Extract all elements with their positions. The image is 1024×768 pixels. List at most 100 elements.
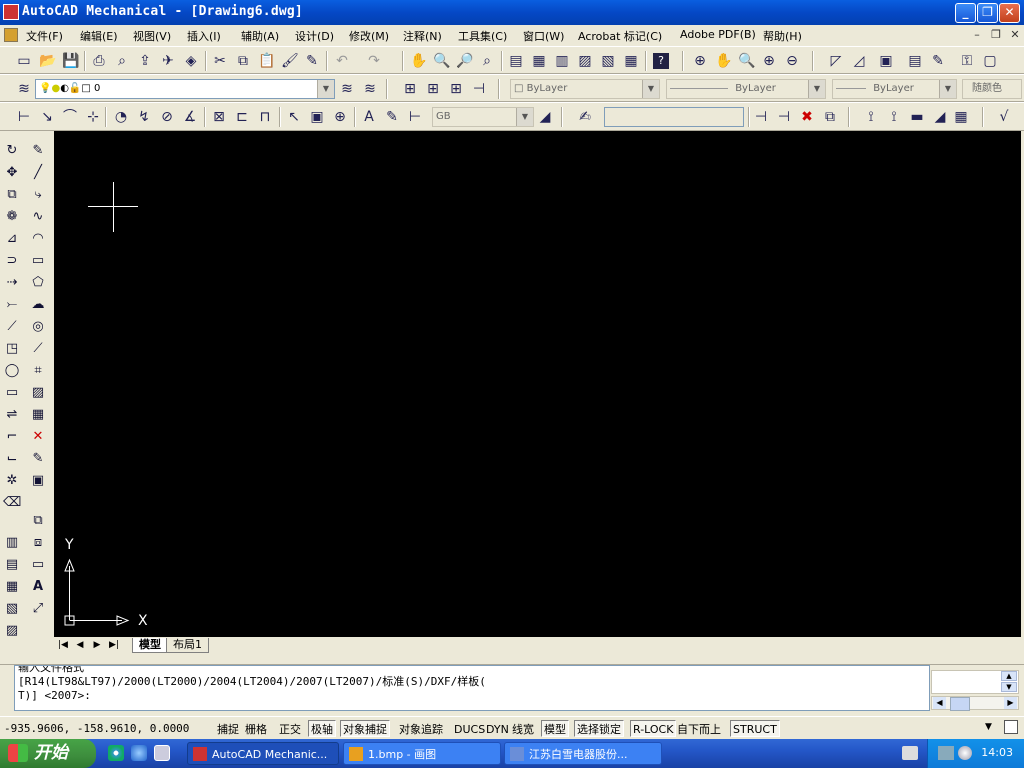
tab-layout1[interactable]: 布局1	[166, 638, 209, 653]
status-toggle[interactable]: 对象追踪	[396, 720, 446, 737]
scroll-left-icon[interactable]: ◀	[933, 697, 946, 709]
scroll-up-icon[interactable]: ▲	[1001, 671, 1017, 681]
3d-dwf-icon[interactable]: ◈	[181, 51, 201, 71]
status-toggle[interactable]: 极轴	[308, 720, 336, 737]
status-toggle[interactable]: 正交	[276, 720, 304, 737]
mech-tool-2-icon[interactable]: ◿	[849, 51, 869, 71]
paste-icon[interactable]: 📋	[256, 51, 276, 71]
jogged-dim-icon[interactable]: ↯	[134, 107, 154, 127]
zoom-window-icon[interactable]: 🔎	[454, 51, 474, 71]
menu-view[interactable]: 视图(V)	[133, 28, 171, 44]
status-menu-chevron-icon[interactable]: ▼	[985, 722, 992, 732]
explode-icon[interactable]: ✲	[1, 470, 23, 492]
layer-tool-4-icon[interactable]: ⊣	[469, 79, 489, 99]
surface-texture-icon[interactable]: √	[994, 107, 1014, 127]
zoom-all-icon[interactable]: ⊕	[759, 51, 779, 71]
command-input-field[interactable]	[604, 107, 744, 127]
help-icon[interactable]: ?	[651, 51, 671, 71]
layer-dropdown[interactable]: 💡●◐🔓□ 0 ▼	[35, 79, 335, 99]
last-tab-button[interactable]: ▶|	[107, 639, 121, 651]
power-erase-icon[interactable]: ✕	[27, 426, 49, 448]
print-preview-icon[interactable]: ⌕	[112, 51, 132, 71]
lineweight-dropdown[interactable]: ByLayer ▼	[832, 79, 957, 99]
drawing-canvas[interactable]: Y X	[54, 131, 1021, 637]
power-edit-icon[interactable]: ✎	[27, 448, 49, 470]
minimize-button[interactable]: _	[955, 3, 976, 23]
status-toggle[interactable]: 捕捉	[214, 720, 242, 737]
mech-dim-6-icon[interactable]: ▬	[907, 107, 927, 127]
mech-tool-1-icon[interactable]: ◸	[826, 51, 846, 71]
color-dropdown[interactable]: □ ByLayer ▼	[510, 79, 660, 99]
menu-file[interactable]: 文件(F)	[26, 28, 63, 44]
print-icon[interactable]: ⎙	[89, 51, 109, 71]
close-button[interactable]: ✕	[999, 3, 1020, 23]
dim-text-edit-icon[interactable]: ✎	[382, 107, 402, 127]
mech-modify-5-icon[interactable]: ▨	[1, 620, 23, 642]
horizontal-scrollbar[interactable]: ◀ ▶	[931, 696, 1019, 711]
block-editor-icon[interactable]: ✎	[302, 51, 322, 71]
internet-explorer-icon[interactable]	[131, 745, 147, 761]
publish-icon[interactable]: ⇪	[135, 51, 155, 71]
zoom-previous-icon[interactable]: ⌕	[477, 51, 497, 71]
menu-annotate[interactable]: 注释(N)	[403, 28, 442, 44]
table-icon[interactable]: ▦	[27, 404, 49, 426]
mech-tool-6-icon[interactable]: ⚿	[957, 51, 977, 71]
menu-adobe-pdf[interactable]: Adobe PDF(B)	[680, 28, 756, 41]
design-center-icon[interactable]: ▦	[529, 51, 549, 71]
mech-dim-8-icon[interactable]: ▦	[951, 107, 971, 127]
status-toggle[interactable]: 对象捕捉	[340, 720, 390, 737]
document-icon[interactable]	[4, 28, 18, 42]
line-icon[interactable]: ╱	[27, 162, 49, 184]
extend-icon[interactable]: ⇢	[1, 272, 23, 294]
make-layer-current-icon[interactable]: ≋	[337, 79, 357, 99]
menu-insert[interactable]: 插入(I)	[187, 28, 221, 44]
mech-tool-7-icon[interactable]: ▢	[980, 51, 1000, 71]
menu-acrobat-markup[interactable]: Acrobat 标记(C)	[578, 28, 662, 44]
mech-modify-3-icon[interactable]: ▦	[1, 576, 23, 598]
diameter-dim-icon[interactable]: ⊘	[157, 107, 177, 127]
cut-icon[interactable]: ✂	[210, 51, 230, 71]
layer-previous-icon[interactable]: ≋	[360, 79, 380, 99]
scale-icon[interactable]: ◯	[1, 360, 23, 382]
markup-set-icon[interactable]: ▧	[598, 51, 618, 71]
mech-dim-2-icon[interactable]: ⊣	[774, 107, 794, 127]
menu-modify[interactable]: 修改(M)	[349, 28, 389, 44]
taskbar-task-button[interactable]: AutoCAD Mechanic...	[187, 742, 339, 765]
move-icon[interactable]: ✥	[1, 162, 23, 184]
match-properties-icon[interactable]: 🖌	[279, 51, 299, 71]
taskbar-task-button[interactable]: 1.bmp - 画图	[343, 742, 501, 765]
layer-tool-3-icon[interactable]: ⊞	[446, 79, 466, 99]
text-style-icon[interactable]: ✍	[575, 107, 595, 127]
fillet-icon[interactable]: ⌐	[1, 426, 23, 448]
open-icon[interactable]: 📂	[37, 51, 57, 71]
pan-icon[interactable]: ✋	[408, 51, 428, 71]
plotstyle-dropdown[interactable]: 随颜色	[962, 79, 1022, 99]
mdi-close-button[interactable]: ✕	[1008, 28, 1022, 42]
offset-icon[interactable]: ⊃	[1, 250, 23, 272]
scroll-right-icon[interactable]: ▶	[1004, 697, 1017, 709]
linear-dim-icon[interactable]: ⊢	[14, 107, 34, 127]
mech-tool-4-icon[interactable]: ▤	[905, 51, 925, 71]
plot-icon[interactable]: ✈	[158, 51, 178, 71]
zoom-in-icon[interactable]: ⊕	[690, 51, 710, 71]
splitter[interactable]	[0, 653, 1024, 665]
save-icon[interactable]: 💾	[60, 51, 80, 71]
scroll-thumb[interactable]	[950, 697, 970, 711]
new-icon[interactable]: ▭	[14, 51, 34, 71]
mech-dim-3-icon[interactable]: ⧉	[820, 107, 840, 127]
circle-icon[interactable]: ◎	[27, 316, 49, 338]
mech-dim-delete-icon[interactable]: ✖	[797, 107, 817, 127]
mech-modify-1-icon[interactable]: ▥	[1, 532, 23, 554]
array-icon[interactable]: ❁	[1, 206, 23, 228]
hatch-icon[interactable]: ▨	[27, 382, 49, 404]
zoom-out-icon[interactable]: ⊖	[782, 51, 802, 71]
quick-dim-icon[interactable]: ⊠	[209, 107, 229, 127]
zoom-extents-icon[interactable]: 🔍	[736, 51, 756, 71]
zoom-pan-icon[interactable]: ✋	[713, 51, 733, 71]
tool-palettes-icon[interactable]: ▥	[552, 51, 572, 71]
menu-toolsets[interactable]: 工具集(C)	[458, 28, 507, 44]
block-icon[interactable]: ▣	[27, 470, 49, 492]
copy-icon[interactable]: ⧉	[233, 51, 253, 71]
break-icon[interactable]: ▭	[1, 382, 23, 404]
tolerance-icon[interactable]: ▣	[307, 107, 327, 127]
